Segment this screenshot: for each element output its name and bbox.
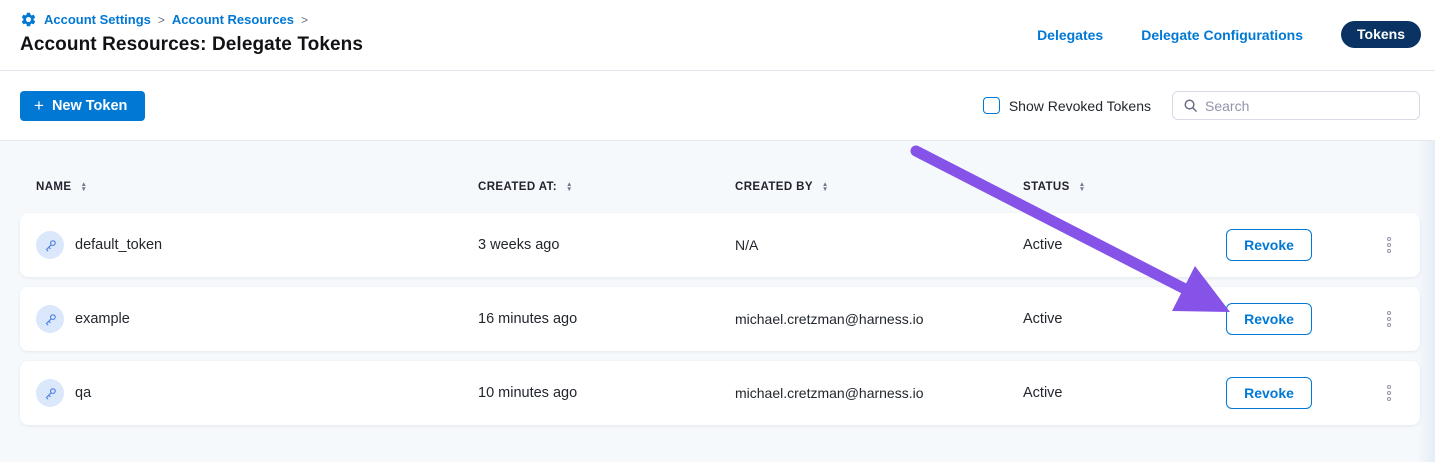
gear-icon: [20, 11, 37, 28]
column-header-created-at[interactable]: CREATED AT: ▲▼: [478, 181, 735, 193]
sort-icon[interactable]: ▲▼: [80, 182, 86, 192]
show-revoked-checkbox[interactable]: [983, 97, 1000, 114]
tab-tokens-active[interactable]: Tokens: [1341, 21, 1421, 48]
search-icon: [1183, 98, 1198, 113]
revoke-button[interactable]: Revoke: [1226, 377, 1312, 409]
token-created-at: 16 minutes ago: [478, 311, 735, 327]
sort-icon[interactable]: ▲▼: [1079, 182, 1085, 192]
token-status: Active: [1023, 311, 1226, 327]
token-created-at: 3 weeks ago: [478, 237, 735, 253]
toolbar: + New Token Show Revoked Tokens: [0, 71, 1435, 141]
table-row[interactable]: qa 10 minutes ago michael.cretzman@harne…: [20, 361, 1420, 425]
sort-icon[interactable]: ▲▼: [566, 182, 572, 192]
token-created-by: N/A: [735, 237, 1023, 253]
plus-icon: +: [34, 97, 44, 114]
revoke-button[interactable]: Revoke: [1226, 229, 1312, 261]
search-box[interactable]: [1172, 91, 1420, 120]
column-header-name[interactable]: NAME ▲▼: [36, 181, 478, 193]
tab-delegates[interactable]: Delegates: [1037, 27, 1103, 43]
search-input[interactable]: [1205, 98, 1409, 114]
token-created-at: 10 minutes ago: [478, 385, 735, 401]
column-header-created-by[interactable]: CREATED BY ▲▼: [735, 181, 1023, 193]
show-revoked-label: Show Revoked Tokens: [1009, 98, 1151, 114]
tokens-table: NAME ▲▼ CREATED AT: ▲▼ CREATED BY ▲▼ STA…: [0, 141, 1435, 462]
revoke-button[interactable]: Revoke: [1226, 303, 1312, 335]
key-icon: [36, 379, 64, 407]
resources-nav: Delegates Delegate Configurations Tokens: [1037, 21, 1421, 48]
table-row[interactable]: example 16 minutes ago michael.cretzman@…: [20, 287, 1420, 351]
token-name: default_token: [75, 237, 162, 253]
sort-icon[interactable]: ▲▼: [822, 182, 828, 192]
key-icon: [36, 305, 64, 333]
delegate-tokens-page: Account Settings > Account Resources > A…: [0, 0, 1435, 462]
kebab-menu-icon[interactable]: [1383, 381, 1395, 405]
token-status: Active: [1023, 237, 1226, 253]
new-token-button[interactable]: + New Token: [20, 91, 145, 121]
token-status: Active: [1023, 385, 1226, 401]
table-row[interactable]: default_token 3 weeks ago N/A Active Rev…: [20, 213, 1420, 277]
token-name: example: [75, 311, 130, 327]
page-header: Account Settings > Account Resources > A…: [0, 0, 1435, 71]
token-created-by: michael.cretzman@harness.io: [735, 311, 1023, 327]
toolbar-right: Show Revoked Tokens: [983, 91, 1420, 120]
breadcrumb-account-settings[interactable]: Account Settings: [44, 12, 151, 27]
kebab-menu-icon[interactable]: [1383, 307, 1395, 331]
token-created-by: michael.cretzman@harness.io: [735, 385, 1023, 401]
show-revoked-toggle[interactable]: Show Revoked Tokens: [983, 97, 1151, 114]
breadcrumb-account-resources[interactable]: Account Resources: [172, 12, 294, 27]
token-name: qa: [75, 385, 91, 401]
new-token-label: New Token: [52, 98, 127, 114]
kebab-menu-icon[interactable]: [1383, 233, 1395, 257]
breadcrumb-separator: >: [301, 13, 308, 27]
breadcrumb-separator: >: [158, 13, 165, 27]
column-header-status[interactable]: STATUS ▲▼: [1023, 181, 1226, 193]
tab-delegate-configurations[interactable]: Delegate Configurations: [1141, 27, 1303, 43]
table-header-row: NAME ▲▼ CREATED AT: ▲▼ CREATED BY ▲▼ STA…: [20, 169, 1420, 205]
key-icon: [36, 231, 64, 259]
